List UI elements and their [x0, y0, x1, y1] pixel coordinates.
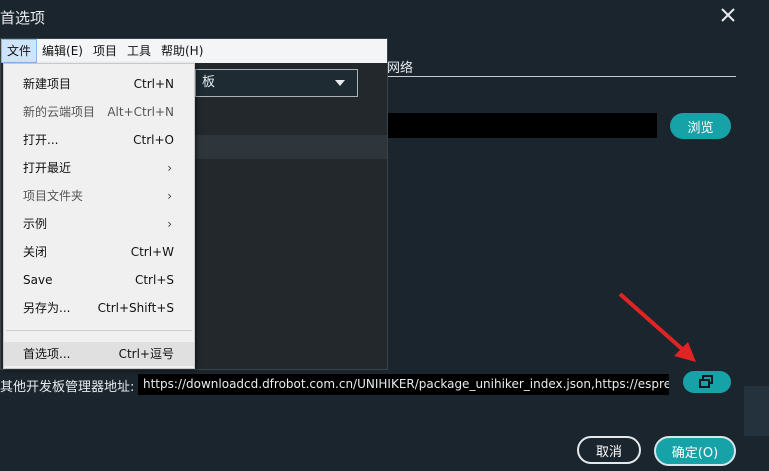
menu-help[interactable]: 帮助(H)	[156, 40, 208, 62]
menu-item-shortcut: Ctrl+N	[133, 77, 174, 91]
menu-item-open-recent[interactable]: 打开最近 ›	[4, 156, 194, 180]
chevron-right-icon: ›	[167, 189, 172, 203]
menu-tools[interactable]: 工具	[122, 40, 156, 62]
menu-edit[interactable]: 编辑(E)	[37, 40, 88, 62]
chevron-down-icon	[335, 80, 345, 86]
tab-underline	[386, 76, 736, 77]
menu-item-label: 示例	[23, 217, 48, 231]
menu-item-close[interactable]: 关闭 Ctrl+W	[4, 240, 194, 264]
window-restore-icon	[699, 375, 713, 388]
cancel-button[interactable]: 取消	[577, 436, 641, 464]
menu-sketch[interactable]: 项目	[88, 40, 122, 62]
menu-item-label: 项目文件夹	[23, 189, 84, 203]
menu-item-label: 打开...	[23, 133, 59, 147]
menu-item-shortcut: Ctrl+S	[134, 273, 174, 287]
dialog-title: 首选项	[0, 9, 46, 27]
menu-item-label: 首选项...	[23, 347, 71, 361]
menu-item-label: 打开最近	[23, 161, 72, 175]
background-decoration	[744, 386, 769, 436]
menu-item-label: 关闭	[23, 245, 48, 259]
ide-toolbar-strip	[195, 135, 387, 159]
menu-separator	[6, 330, 192, 331]
sketchbook-path-field[interactable]	[387, 113, 657, 138]
menu-item-label: 新的云端项目	[23, 105, 96, 119]
boards-manager-label: 其他开发板管理器地址:	[0, 380, 135, 395]
menu-item-shortcut: Ctrl+W	[130, 245, 174, 259]
menu-item-open[interactable]: 打开... Ctrl+O	[4, 128, 194, 152]
menu-item-new-cloud-sketch[interactable]: 新的云端项目 Alt+Ctrl+N	[4, 100, 194, 124]
browse-button[interactable]: 浏览	[670, 113, 731, 139]
menu-item-shortcut: Ctrl+O	[133, 133, 174, 147]
red-arrow-annotation	[618, 292, 696, 362]
tab-network[interactable]: 网络	[387, 57, 413, 76]
menu-item-new-sketch[interactable]: 新建项目 Ctrl+N	[4, 72, 194, 96]
ok-button[interactable]: 确定(O)	[654, 436, 736, 466]
ide-menubar: 文件 编辑(E) 项目 工具 帮助(H)	[1, 39, 387, 63]
chevron-right-icon: ›	[167, 161, 172, 175]
menu-item-shortcut: Ctrl+Shift+S	[97, 301, 174, 315]
chevron-right-icon: ›	[167, 217, 172, 231]
menu-item-shortcut: Ctrl+逗号	[118, 347, 174, 361]
board-selector[interactable]: 板	[195, 69, 358, 97]
menu-item-label: 另存为...	[23, 301, 71, 315]
menu-item-save[interactable]: Save Ctrl+S	[4, 268, 194, 292]
menu-item-label: 新建项目	[23, 77, 72, 91]
close-icon[interactable]	[719, 6, 737, 24]
menu-file[interactable]: 文件	[1, 39, 38, 63]
menu-item-save-as[interactable]: 另存为... Ctrl+Shift+S	[4, 296, 194, 320]
menu-item-label: Save	[23, 273, 53, 287]
edit-urls-button[interactable]	[683, 371, 731, 393]
boards-manager-url-input[interactable]: https://downloadcd.dfrobot.com.cn/UNIHIK…	[138, 374, 669, 395]
file-menu: 新建项目 Ctrl+N 新的云端项目 Alt+Ctrl+N 打开... Ctrl…	[3, 63, 195, 369]
menu-item-shortcut: Alt+Ctrl+N	[107, 105, 174, 119]
menu-item-examples[interactable]: 示例 ›	[4, 212, 194, 236]
menu-item-sketchbook[interactable]: 项目文件夹 ›	[4, 184, 194, 208]
board-selector-label: 板	[202, 75, 216, 90]
menu-item-preferences[interactable]: 首选项... Ctrl+逗号	[4, 342, 194, 366]
